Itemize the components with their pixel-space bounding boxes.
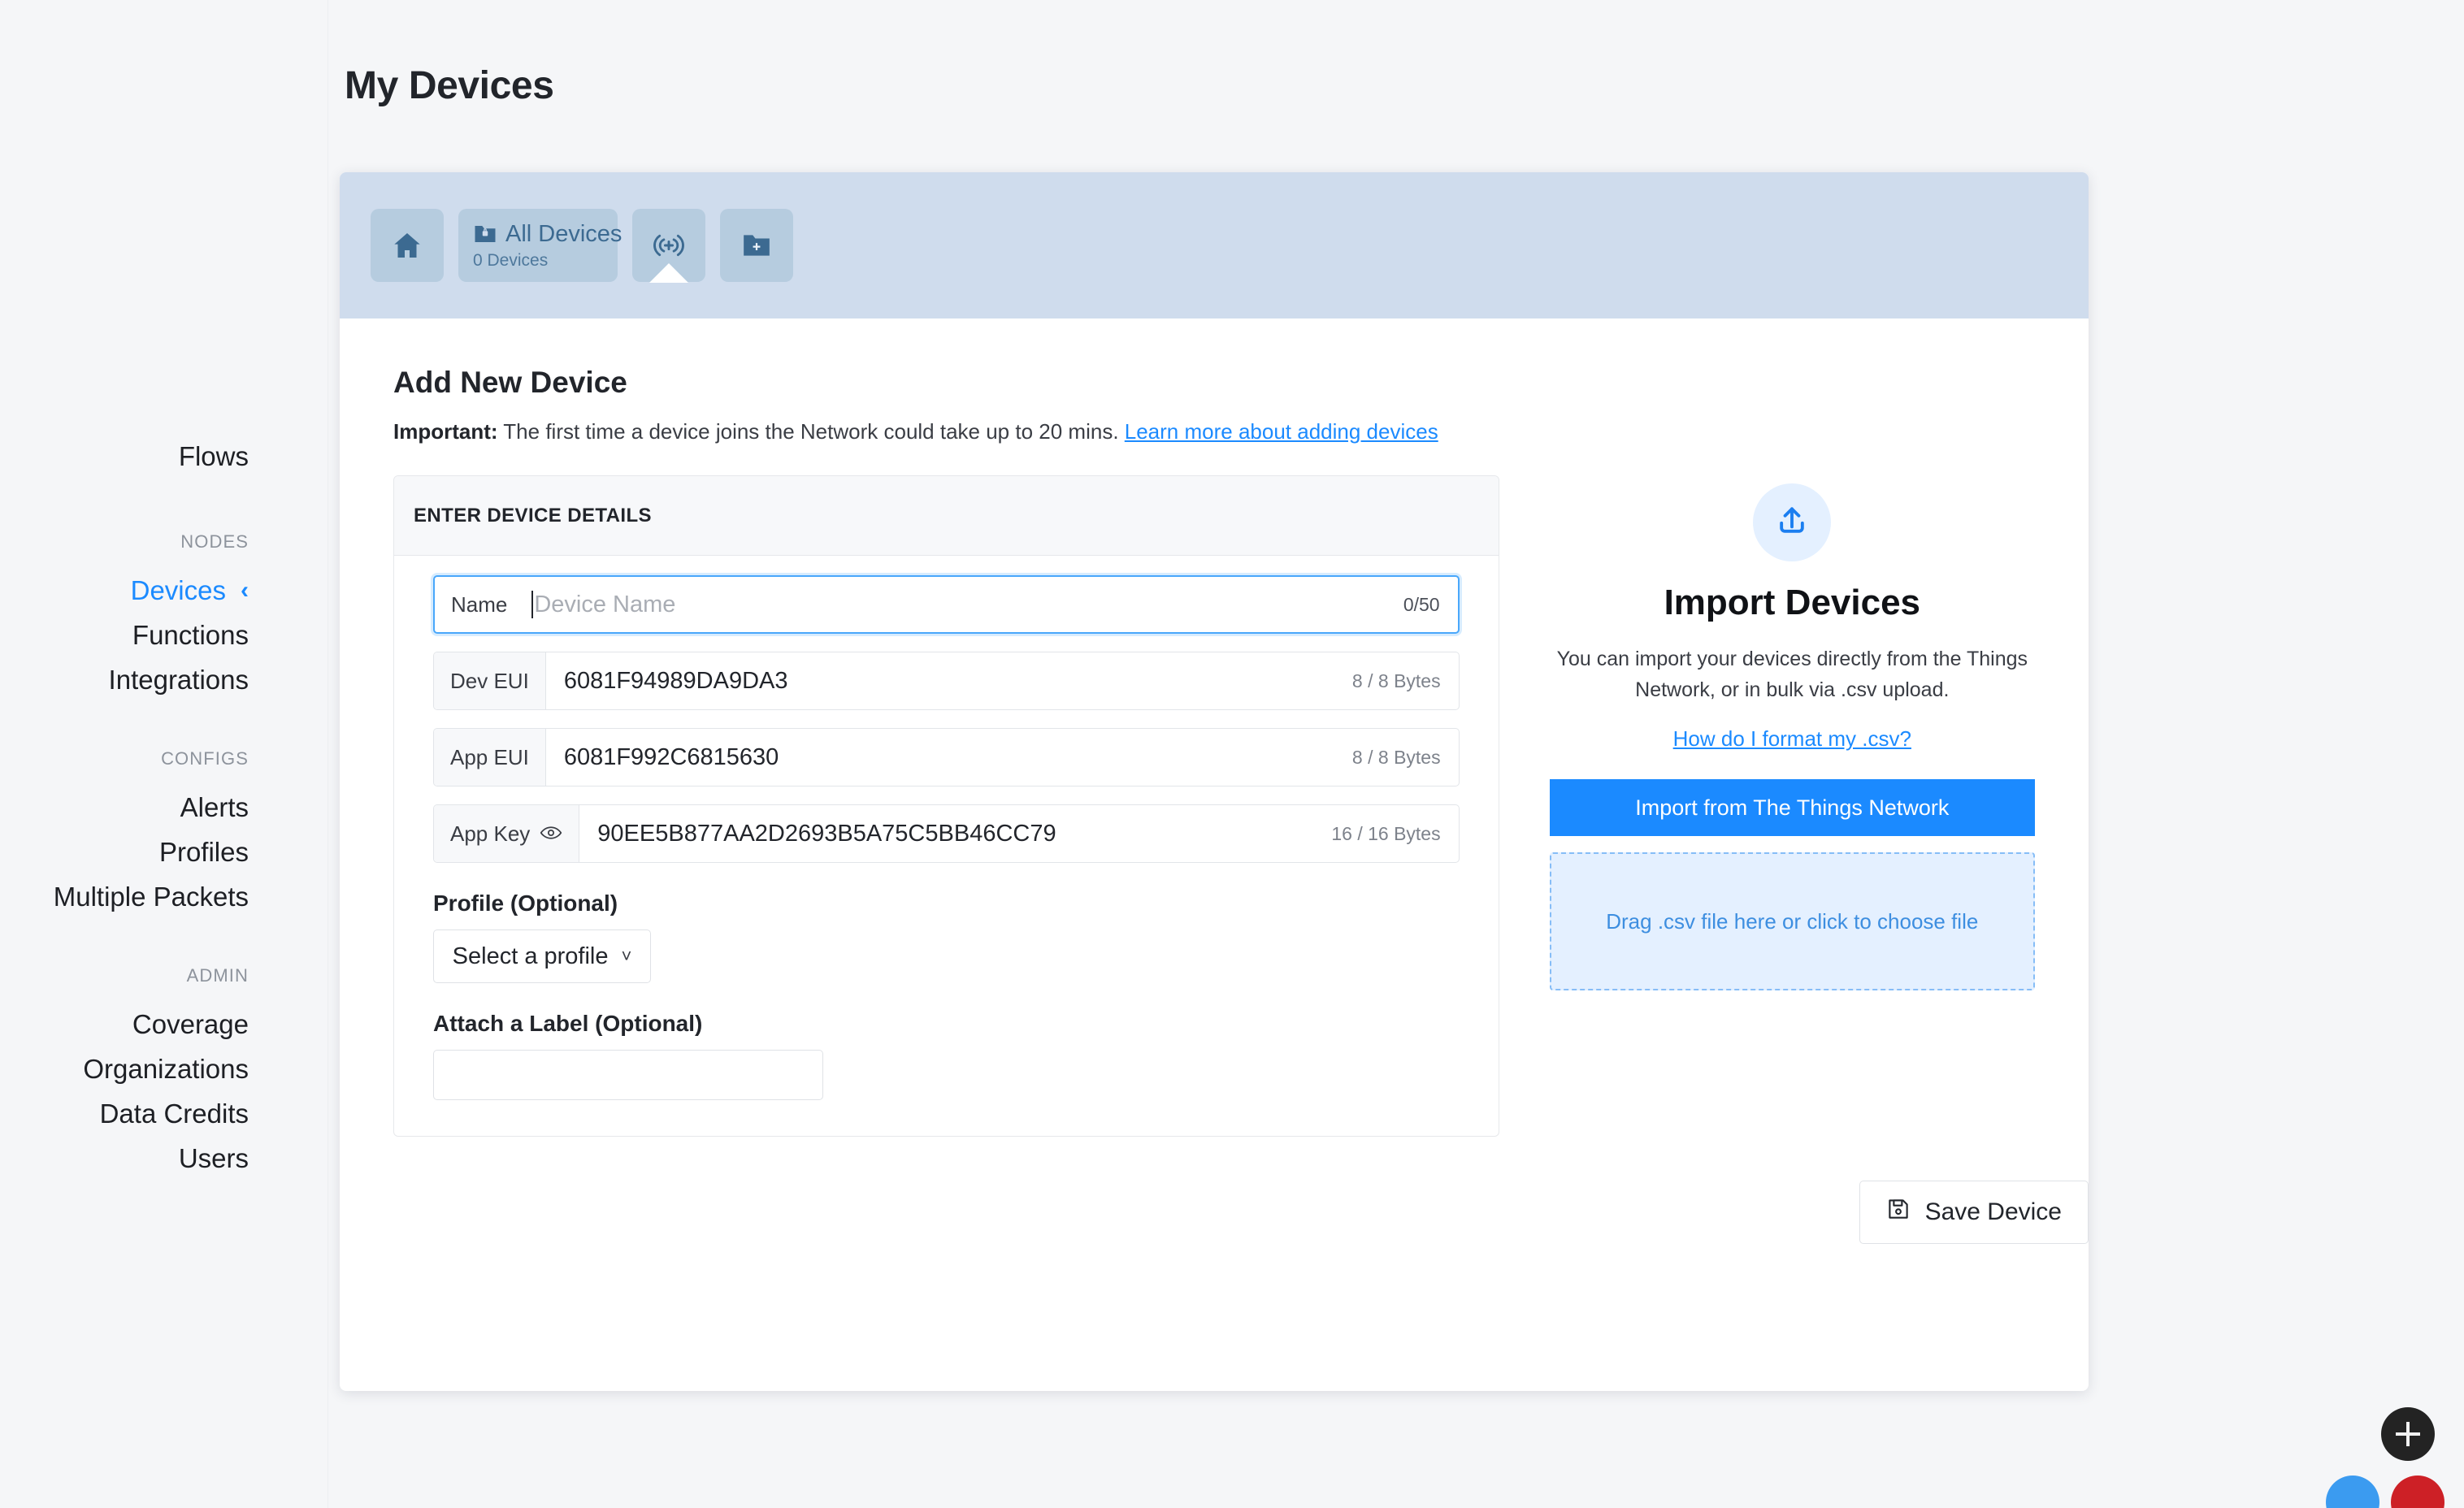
folder-plus-icon xyxy=(741,232,772,258)
chevron-down-icon: ˅ xyxy=(621,946,632,967)
field-dev-eui-label: Dev EUI xyxy=(434,652,546,710)
folder-lock-icon xyxy=(473,223,497,245)
device-details-panel: ENTER DEVICE DETAILS Name Device Name 0/… xyxy=(393,475,1499,1138)
field-app-key-label-text: App Key xyxy=(450,821,531,846)
card-body: Add New Device Important: The first time… xyxy=(340,318,2089,1245)
sidebar-section-nodes: NODES xyxy=(180,531,249,552)
tab-add-device[interactable] xyxy=(632,209,705,283)
field-app-key-counter: 16 / 16 Bytes xyxy=(1331,822,1441,844)
important-prefix: Important: xyxy=(393,419,498,444)
save-row: Save Device xyxy=(1859,1181,2089,1245)
important-notice: Important: The first time a device joins… xyxy=(393,418,2035,446)
add-fab-button[interactable] xyxy=(2381,1407,2435,1461)
field-app-eui[interactable]: App EUI 6081F992C6815630 8 / 8 Bytes xyxy=(433,728,1460,787)
sidebar-item-organizations[interactable]: Organizations xyxy=(83,1055,249,1082)
tab-all-devices-label: All Devices xyxy=(505,220,623,247)
name-input-placeholder: Device Name xyxy=(534,591,676,618)
home-icon xyxy=(391,229,423,262)
important-text: The first time a device joins the Networ… xyxy=(497,419,1125,444)
profile-select[interactable]: Select a profile ˅ xyxy=(433,930,651,984)
import-from-ttn-button[interactable]: Import from The Things Network xyxy=(1549,779,2035,837)
field-name[interactable]: Name Device Name 0/50 xyxy=(433,575,1460,635)
tab-home[interactable] xyxy=(371,209,444,282)
field-dev-eui-label-text: Dev EUI xyxy=(450,668,529,693)
csv-dropzone[interactable]: Drag .csv file here or click to choose f… xyxy=(1549,852,2035,991)
field-app-key-label: App Key xyxy=(434,805,580,863)
helper-bubble-red[interactable] xyxy=(2391,1476,2444,1508)
device-signal-icon xyxy=(650,229,688,262)
content-columns: ENTER DEVICE DETAILS Name Device Name 0/… xyxy=(393,475,2035,1138)
attach-label-input[interactable] xyxy=(433,1050,823,1101)
field-app-eui-counter: 8 / 8 Bytes xyxy=(1351,746,1441,768)
sidebar-section-admin: ADMIN xyxy=(186,965,249,986)
field-app-eui-label: App EUI xyxy=(434,729,546,786)
device-details-body: Name Device Name 0/50 Dev EUI 6081F94989… xyxy=(394,556,1499,1136)
import-panel: Import Devices You can import your devic… xyxy=(1549,475,2035,1137)
name-input[interactable]: Device Name xyxy=(514,577,1403,632)
page-title: My Devices xyxy=(345,64,554,107)
field-dev-eui-counter: 8 / 8 Bytes xyxy=(1351,670,1441,691)
profile-select-value: Select a profile xyxy=(452,942,609,969)
tab-all-devices-count: 0 Devices xyxy=(473,250,549,270)
sidebar-item-coverage[interactable]: Coverage xyxy=(132,1011,249,1038)
chevron-left-icon: ‹ xyxy=(241,576,249,604)
selected-tab-arrow xyxy=(649,263,688,283)
sidebar-section-configs: CONFIGS xyxy=(161,748,249,769)
dev-eui-input[interactable]: 6081F94989DA9DA3 xyxy=(546,652,1352,709)
learn-more-link[interactable]: Learn more about adding devices xyxy=(1125,419,1438,444)
csv-format-link[interactable]: How do I format my .csv? xyxy=(1673,726,1911,752)
app-key-input[interactable]: 90EE5B877AA2D2693B5A75C5BB46CC79 xyxy=(579,805,1331,862)
field-app-key[interactable]: App Key 90EE5B877AA2D2693B5A75C5BB46CC79… xyxy=(433,804,1460,864)
sidebar-item-data-credits[interactable]: Data Credits xyxy=(100,1100,249,1127)
sidebar-item-devices[interactable]: Devices ‹ xyxy=(131,577,249,604)
text-caret xyxy=(531,591,534,619)
save-icon xyxy=(1886,1197,1911,1228)
upload-icon-badge xyxy=(1753,483,1832,562)
field-name-label: Name xyxy=(435,577,514,633)
tab-add-folder[interactable] xyxy=(720,209,793,282)
save-device-button[interactable]: Save Device xyxy=(1859,1181,2089,1245)
sidebar-item-multiple-packets[interactable]: Multiple Packets xyxy=(54,883,249,910)
sidebar-item-profiles[interactable]: Profiles xyxy=(159,838,249,865)
devices-card: All Devices 0 Devices Add New Device Imp… xyxy=(340,172,2089,1391)
app-eui-input[interactable]: 6081F992C6815630 xyxy=(546,729,1352,786)
attach-label-label: Attach a Label (Optional) xyxy=(433,1011,703,1037)
sidebar-item-alerts[interactable]: Alerts xyxy=(180,794,249,821)
profile-label: Profile (Optional) xyxy=(433,890,618,916)
field-dev-eui[interactable]: Dev EUI 6081F94989DA9DA3 8 / 8 Bytes xyxy=(433,652,1460,711)
field-name-counter: 0/50 xyxy=(1403,593,1440,615)
tab-all-devices[interactable]: All Devices 0 Devices xyxy=(458,209,622,282)
tabstrip: All Devices 0 Devices xyxy=(340,172,2089,318)
tab-all-devices-header: All Devices xyxy=(473,221,622,248)
section-heading: Add New Device xyxy=(393,366,627,399)
helper-bubble-blue[interactable] xyxy=(2326,1476,2379,1508)
sidebar-item-flows[interactable]: Flows xyxy=(179,443,249,470)
app-root: Flows NODES Devices ‹ Functions Integrat… xyxy=(0,0,2464,1508)
eye-icon[interactable] xyxy=(540,821,562,847)
field-name-label-text: Name xyxy=(451,592,508,617)
sidebar-item-functions[interactable]: Functions xyxy=(132,622,249,648)
import-description: You can import your devices directly fro… xyxy=(1556,648,2028,701)
sidebar-item-label: Devices xyxy=(130,575,226,605)
sidebar: Flows NODES Devices ‹ Functions Integrat… xyxy=(0,0,328,1508)
field-app-eui-label-text: App EUI xyxy=(450,744,529,769)
upload-icon xyxy=(1774,503,1810,543)
sidebar-item-integrations[interactable]: Integrations xyxy=(109,666,249,693)
sidebar-item-users[interactable]: Users xyxy=(179,1145,249,1172)
device-details-header: ENTER DEVICE DETAILS xyxy=(394,476,1499,557)
import-title: Import Devices xyxy=(1664,583,1921,623)
save-device-label: Save Device xyxy=(1924,1198,2062,1226)
